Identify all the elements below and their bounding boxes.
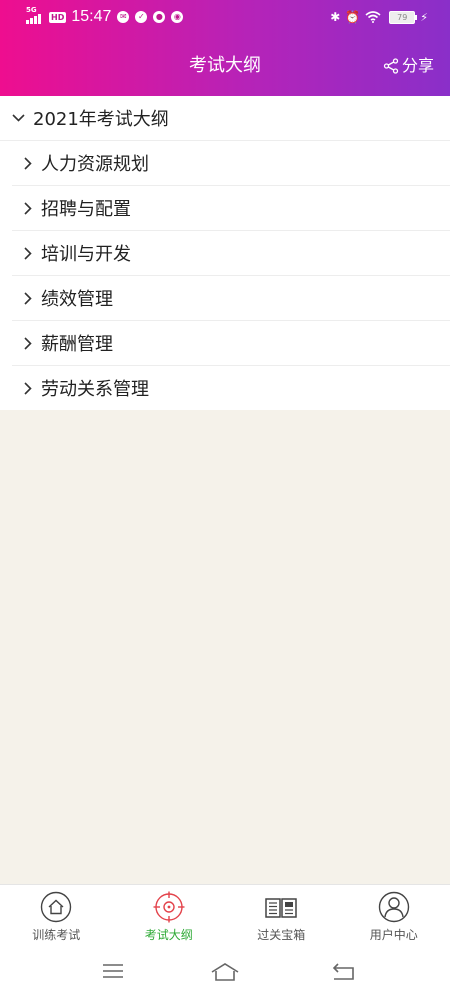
chevron-right-icon xyxy=(24,246,32,260)
outline-item-label: 薪酬管理 xyxy=(41,334,113,355)
tab-label: 训练考试 xyxy=(32,928,81,942)
user-icon xyxy=(378,891,409,923)
tab-exam-outline[interactable]: 考试大纲 xyxy=(113,885,226,951)
battery-icon: 79 xyxy=(389,10,418,24)
menu-icon[interactable] xyxy=(102,962,124,980)
wifi-icon xyxy=(365,11,381,23)
outline-item-label: 绩效管理 xyxy=(41,289,113,310)
share-icon xyxy=(383,58,399,74)
alarm-icon: ⏰ xyxy=(345,10,361,24)
outline-item-label: 劳动关系管理 xyxy=(41,379,149,400)
network-type: 5G xyxy=(26,6,37,14)
tab-label: 过关宝箱 xyxy=(257,928,306,942)
outline-item[interactable]: 薪酬管理 xyxy=(12,321,450,366)
status-time: 15:47 xyxy=(71,8,112,25)
outline-item[interactable]: 人力资源规划 xyxy=(12,141,450,186)
check-icon: ✓ xyxy=(135,11,148,23)
share-button[interactable]: 分享 xyxy=(383,54,434,78)
mail-icon: ✉ xyxy=(117,11,130,23)
home-icon xyxy=(41,891,72,923)
home-nav-icon[interactable] xyxy=(210,962,240,982)
system-nav-bar xyxy=(0,950,450,1000)
outline-item[interactable]: 招聘与配置 xyxy=(12,186,450,231)
tab-label: 用户中心 xyxy=(369,928,418,942)
tab-label: 考试大纲 xyxy=(144,928,193,942)
chevron-right-icon xyxy=(24,336,32,350)
outline-item[interactable]: 培训与开发 xyxy=(12,231,450,276)
app-icon: ◉ xyxy=(171,11,184,23)
status-right: ✱ ⏰ 79 ⚡ xyxy=(325,9,428,25)
outline-item-label: 招聘与配置 xyxy=(41,199,131,220)
outline-root-label: 2021年考试大纲 xyxy=(33,109,169,130)
outline-root-item[interactable]: 2021年考试大纲 xyxy=(0,96,450,141)
back-icon[interactable] xyxy=(332,962,356,982)
signal-icon: 5G xyxy=(26,6,46,24)
status-left: 5G HD 15:47 ✉ ✓ ● ◉ xyxy=(26,6,184,27)
charging-icon: ⚡ xyxy=(420,10,428,24)
chevron-right-icon xyxy=(24,156,32,170)
header: 5G HD 15:47 ✉ ✓ ● ◉ ✱ ⏰ 79 ⚡ 考试大纲 分享 xyxy=(0,0,450,96)
target-icon xyxy=(153,891,185,923)
outline-item-label: 培训与开发 xyxy=(41,244,131,265)
status-bar: 5G HD 15:47 ✉ ✓ ● ◉ ✱ ⏰ 79 ⚡ xyxy=(0,0,450,34)
chat-icon: ● xyxy=(153,11,166,23)
tab-user-center[interactable]: 用户中心 xyxy=(338,885,450,951)
outline-list: 2021年考试大纲 人力资源规划 招聘与配置 培训与开发 绩效管理 薪酬管理 劳… xyxy=(0,96,450,410)
chevron-right-icon xyxy=(24,381,32,395)
share-label: 分享 xyxy=(401,56,434,75)
outline-item[interactable]: 劳动关系管理 xyxy=(12,366,450,410)
tab-treasure-box[interactable]: 过关宝箱 xyxy=(225,885,338,951)
hd-badge: HD xyxy=(49,11,67,23)
tab-training-exam[interactable]: 训练考试 xyxy=(0,885,113,951)
chevron-down-icon xyxy=(12,114,25,122)
chevron-right-icon xyxy=(24,201,32,215)
outline-item-label: 人力资源规划 xyxy=(41,154,149,175)
outline-item[interactable]: 绩效管理 xyxy=(12,276,450,321)
bottom-tab-bar: 训练考试 考试大纲 过关宝箱 用户中心 xyxy=(0,884,450,951)
bluetooth-icon: ✱ xyxy=(330,10,341,24)
book-icon xyxy=(265,898,297,918)
chevron-right-icon xyxy=(24,291,32,305)
